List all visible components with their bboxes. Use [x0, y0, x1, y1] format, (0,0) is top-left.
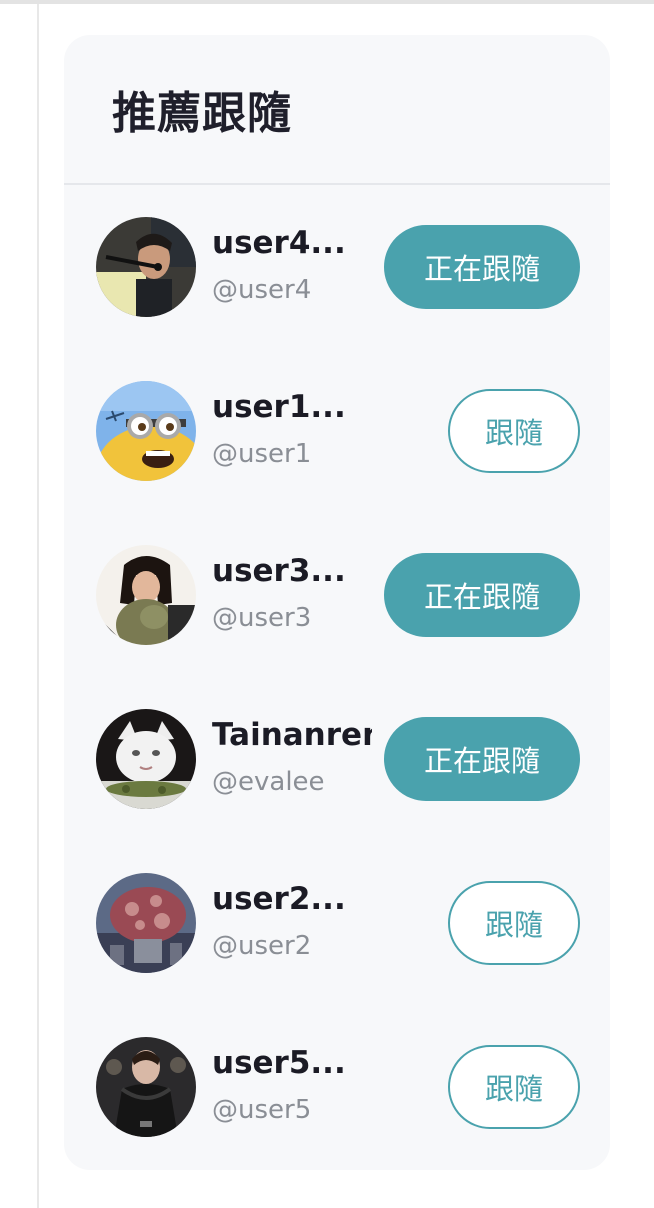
user-name: user4... [212, 225, 346, 261]
user-handle: @evalee [212, 767, 325, 797]
user-handle: @user3 [212, 603, 312, 633]
user-name: user3... [212, 553, 346, 589]
user-name: Tainanren [212, 717, 372, 753]
user-name: user5... [212, 1045, 346, 1081]
minion-photo-icon [96, 381, 196, 481]
follow-button[interactable]: 跟隨 [448, 881, 580, 965]
user-handle: @user5 [212, 1095, 312, 1125]
user-handle: @user4 [212, 275, 312, 305]
user-row: user4... @user4 正在跟隨 [64, 217, 610, 317]
singer-photo-icon [96, 217, 196, 317]
avatar[interactable] [96, 381, 196, 481]
user-name: user1... [212, 389, 346, 425]
left-divider [37, 4, 39, 1208]
user-handle: @user2 [212, 931, 312, 961]
follow-button[interactable]: 跟隨 [448, 1045, 580, 1129]
user-row: Tainanren @evalee 正在跟隨 [64, 709, 610, 809]
avatar[interactable] [96, 217, 196, 317]
dark-costume-photo-icon [96, 1037, 196, 1137]
avatar[interactable] [96, 545, 196, 645]
following-button[interactable]: 正在跟隨 [384, 553, 580, 637]
following-button[interactable]: 正在跟隨 [384, 717, 580, 801]
girl-with-plant-photo-icon [96, 545, 196, 645]
avatar[interactable] [96, 709, 196, 809]
avatar[interactable] [96, 1037, 196, 1137]
user-row: user3... @user3 正在跟隨 [64, 545, 610, 645]
white-cat-photo-icon [96, 709, 196, 809]
panel-header: 推薦跟隨 [64, 35, 610, 185]
follow-button[interactable]: 跟隨 [448, 389, 580, 473]
top-border [0, 0, 654, 4]
user-name: user2... [212, 881, 346, 917]
avatar[interactable] [96, 873, 196, 973]
user-row: user2... @user2 跟隨 [64, 873, 610, 973]
mushroom-planet-photo-icon [96, 873, 196, 973]
following-button[interactable]: 正在跟隨 [384, 225, 580, 309]
user-row: user5... @user5 跟隨 [64, 1037, 610, 1137]
recommended-follow-panel: 推薦跟隨 user4... @user4 正在跟隨 user1... @user… [64, 35, 610, 1170]
user-handle: @user1 [212, 439, 312, 469]
user-row: user1... @user1 跟隨 [64, 381, 610, 481]
panel-title: 推薦跟隨 [112, 88, 292, 139]
